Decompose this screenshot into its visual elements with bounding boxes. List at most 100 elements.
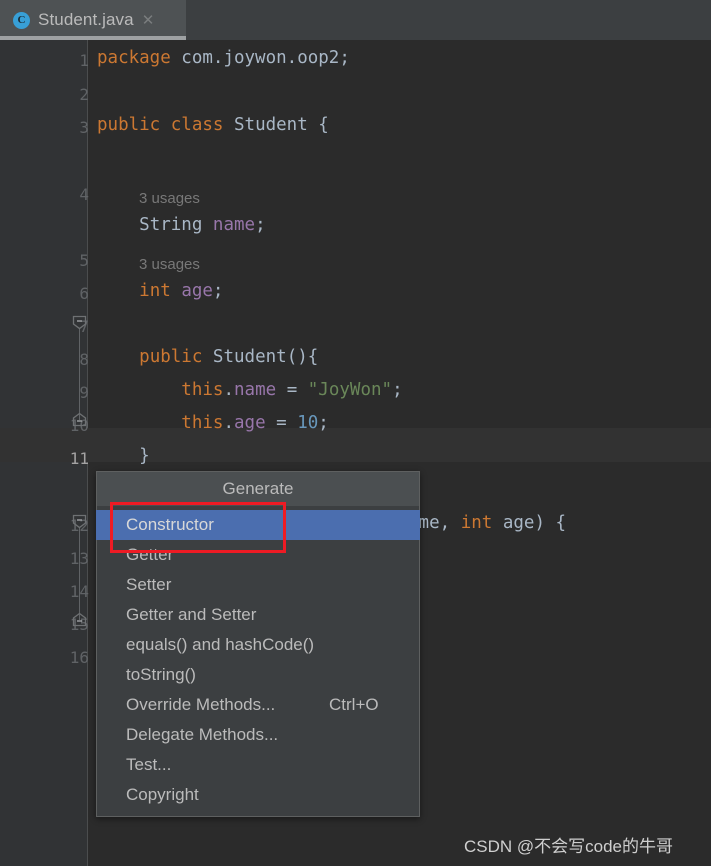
- generate-menu-item-copyright[interactable]: Copyright: [97, 780, 419, 810]
- inlay-hint-usages[interactable]: 3 usages: [139, 256, 200, 273]
- code-token: com.joywon.oop2;: [170, 48, 350, 68]
- code-token: {: [307, 115, 329, 135]
- inlay-hint-usages[interactable]: 3 usages: [139, 190, 200, 207]
- line-number: 3: [79, 118, 89, 137]
- code-line-1: package com.joywon.oop2;: [97, 48, 350, 68]
- generate-menu-item-getter-and-setter[interactable]: Getter and Setter: [97, 600, 419, 630]
- line-number: 9: [79, 383, 89, 402]
- fold-region-line: [79, 528, 80, 620]
- menu-item-label: Test...: [126, 755, 172, 774]
- watermark-text: CSDN @不会写code的牛哥: [464, 837, 674, 856]
- code-token: =: [265, 413, 298, 433]
- editor-tab-bar: C Student.java ✕: [0, 0, 711, 40]
- code-token: 10: [297, 413, 319, 433]
- code-token: name: [234, 380, 277, 400]
- code-line-10: }: [97, 446, 150, 466]
- fold-collapse-end-icon[interactable]: [72, 412, 87, 427]
- code-token: name: [212, 215, 256, 235]
- code-token: .: [223, 380, 234, 400]
- generate-menu-item-delegate-methods[interactable]: Delegate Methods...: [97, 720, 419, 750]
- code-line-9: this.age = 10;: [97, 413, 329, 433]
- code-token: ,: [439, 513, 461, 533]
- menu-item-label: Delegate Methods...: [126, 725, 279, 744]
- code-line-5: int age;: [97, 281, 223, 301]
- code-token: ;: [212, 281, 224, 301]
- code-token: .: [223, 413, 234, 433]
- code-line-3: public class Student {: [97, 115, 329, 135]
- generate-menu-item-test[interactable]: Test...: [97, 750, 419, 780]
- editor-tab-student-java[interactable]: C Student.java ✕: [0, 0, 186, 40]
- code-token: age: [234, 413, 266, 433]
- line-number: 14: [29, 582, 89, 601]
- line-number: 16: [69, 648, 89, 667]
- menu-item-label: Setter: [126, 575, 172, 594]
- intellij-editor-window: C Student.java ✕ 1 2 3 4 5 6 7 8 9 10 11…: [0, 0, 711, 866]
- fold-region-line: [79, 328, 80, 420]
- code-token: Student: [234, 115, 308, 135]
- code-token: public: [139, 347, 203, 367]
- code-token: public: [97, 115, 161, 135]
- code-token: ;: [392, 380, 403, 400]
- code-token: ) {: [534, 513, 567, 533]
- menu-item-label: Override Methods...: [126, 695, 276, 714]
- code-token: int: [139, 281, 171, 301]
- menu-item-label: Constructor: [126, 515, 214, 534]
- popup-title: Generate: [97, 472, 419, 506]
- code-token: }: [97, 446, 150, 466]
- code-line-7: public Student(){: [97, 347, 318, 367]
- line-number: 6: [79, 284, 89, 303]
- code-token: package: [97, 48, 171, 68]
- menu-item-label: Copyright: [126, 785, 199, 804]
- code-line-8: this.name = "JoyWon";: [97, 380, 403, 400]
- code-token: int: [460, 513, 493, 533]
- code-token: ;: [255, 215, 266, 235]
- fold-collapse-icon[interactable]: [72, 315, 87, 330]
- code-token: age: [181, 281, 213, 301]
- fold-collapse-end-icon[interactable]: [72, 612, 87, 627]
- code-token: class: [170, 115, 224, 135]
- line-number: 1: [79, 51, 89, 70]
- line-number: 8: [79, 350, 89, 369]
- code-token: Student: [212, 347, 287, 367]
- tab-title: Student.java: [38, 10, 134, 29]
- menu-item-label: equals() and hashCode(): [126, 635, 315, 654]
- generate-popup[interactable]: Generate Constructor Getter Setter Getter a…: [96, 471, 420, 817]
- generate-menu-item-constructor[interactable]: Constructor: [96, 510, 420, 540]
- menu-item-shortcut: Ctrl+O: [329, 695, 379, 714]
- line-number: 13: [29, 549, 89, 568]
- code-line-12: ame, int age) {: [408, 513, 566, 533]
- code-token: (){: [286, 347, 319, 367]
- line-number: 4: [79, 185, 89, 204]
- generate-menu-item-getter[interactable]: Getter: [97, 540, 419, 570]
- code-token: this: [181, 380, 224, 400]
- menu-item-label: Getter: [126, 545, 174, 564]
- generate-menu-item-setter[interactable]: Setter: [97, 570, 419, 600]
- generate-menu-item-tostring[interactable]: toString(): [97, 660, 419, 690]
- code-line-4: String name;: [97, 215, 266, 235]
- fold-collapse-icon[interactable]: [72, 514, 87, 529]
- line-number-current: 11: [69, 449, 89, 468]
- menu-item-label: toString(): [126, 665, 196, 684]
- code-token: String: [139, 215, 203, 235]
- code-token: age: [502, 513, 535, 533]
- menu-item-label: Getter and Setter: [126, 605, 257, 624]
- line-number: 5: [79, 251, 89, 270]
- code-token: "JoyWon": [307, 380, 393, 400]
- close-icon[interactable]: ✕: [142, 13, 155, 28]
- code-token: this: [181, 413, 224, 433]
- generate-menu-item-equals-and-hashcode[interactable]: equals() and hashCode(): [97, 630, 419, 660]
- generate-menu-item-override-methods[interactable]: Override Methods... Ctrl+O: [97, 690, 419, 720]
- code-token: =: [276, 380, 308, 400]
- generate-menu-list[interactable]: Constructor Getter Setter Getter and Setter…: [96, 506, 420, 816]
- code-token: ;: [318, 413, 329, 433]
